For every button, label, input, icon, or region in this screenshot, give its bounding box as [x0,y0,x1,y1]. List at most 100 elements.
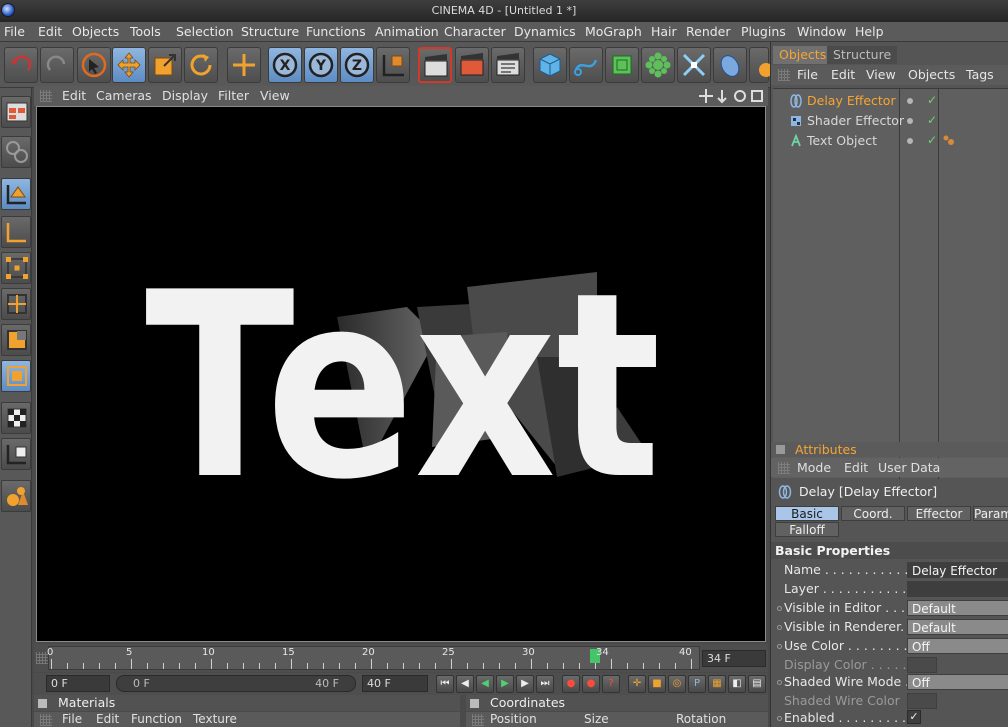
play-forward-icon[interactable]: ▶ [496,675,514,693]
prev-frame-icon[interactable]: ◀ [456,675,474,693]
attr-tab-falloff[interactable]: Falloff [775,522,839,537]
timeline[interactable]: 0 5 10 15 20 25 30 34 40 34 F [34,644,768,672]
cinema4d-logo-icon[interactable] [1,3,15,17]
workplane-icon[interactable] [1,438,31,470]
snap-icon[interactable] [1,402,31,434]
record-parameter-icon[interactable]: P [688,675,706,693]
extra-icon[interactable]: ▤ [748,675,766,693]
objects-menu-file[interactable]: File [797,67,818,82]
use-axis-icon[interactable] [1,178,31,210]
spline-icon[interactable] [569,47,603,83]
panel-grip-icon[interactable] [472,714,484,726]
visible-in-renderer-select[interactable]: Default [907,619,1008,635]
visibility-dot-icon[interactable] [907,118,913,124]
z-axis-icon[interactable]: Z [340,47,374,83]
panel-grip-icon[interactable] [778,462,790,474]
collapse-icon[interactable] [470,699,479,708]
end-frame-field[interactable]: 40 F [362,675,428,692]
attr-tab-effector[interactable]: Effector [907,506,971,521]
collapse-icon[interactable] [776,445,785,454]
menu-character[interactable]: Character [444,24,506,39]
object-row-text-object[interactable]: Text Object ✓ [773,131,1008,151]
record-scale-icon[interactable]: ■ [648,675,666,693]
objects-menu-objects[interactable]: Objects [908,67,955,82]
menu-file[interactable]: File [4,24,25,39]
autokey-icon[interactable]: ● [582,675,600,693]
live-select-icon[interactable] [77,47,111,83]
attr-tab-coord[interactable]: Coord. [841,506,905,521]
camera-icon[interactable] [749,47,773,83]
menu-functions[interactable]: Functions [306,24,366,39]
viewport-menu-cameras[interactable]: Cameras [96,88,152,103]
uv-mode-icon[interactable] [1,360,31,392]
materials-menu-texture[interactable]: Texture [193,712,237,727]
enabled-check-icon[interactable]: ✓ [927,133,937,147]
redo-icon[interactable] [40,47,74,83]
objects-menu-tags[interactable]: Tags [966,67,994,82]
tab-objects[interactable]: Objects [773,46,833,64]
cube-primitive-icon[interactable] [533,47,567,83]
record-rotation-icon[interactable]: ◎ [668,675,686,693]
attr-tab-param[interactable]: Param [973,506,1008,521]
menu-tools[interactable]: Tools [130,24,161,39]
menu-animation[interactable]: Animation [375,24,439,39]
materials-menu-function[interactable]: Function [131,712,182,727]
move-axis-icon[interactable] [227,47,261,83]
go-to-start-icon[interactable]: ⏮ [436,675,454,693]
animate-bullet-icon[interactable] [777,680,782,685]
attributes-menu-mode[interactable]: Mode [797,460,831,475]
menu-objects[interactable]: Objects [72,24,119,39]
animate-bullet-icon[interactable] [777,644,782,649]
collapse-icon[interactable] [38,699,47,708]
animate-bullet-icon[interactable] [777,625,782,630]
use-color-select[interactable]: Off [907,638,1008,654]
start-frame-field[interactable]: 0 F [46,675,110,692]
scheme-icon[interactable]: ◧ [728,675,746,693]
menu-selection[interactable]: Selection [176,24,234,39]
attributes-menu-edit[interactable]: Edit [844,460,868,475]
menu-render[interactable]: Render [686,24,731,39]
array-icon[interactable] [641,47,675,83]
next-frame-icon[interactable]: ▶ [516,675,534,693]
points-mode-icon[interactable] [1,252,31,284]
object-row-delay-effector[interactable]: Delay Effector ✓ [773,91,1008,111]
materials-menu-file[interactable]: File [62,712,82,727]
menu-window[interactable]: Window [797,24,846,39]
display-color-swatch[interactable] [907,657,937,673]
render-view-icon[interactable] [418,47,452,83]
record-icon[interactable]: ● [562,675,580,693]
menu-edit[interactable]: Edit [38,24,62,39]
go-to-end-icon[interactable]: ⏭ [536,675,554,693]
panel-grip-icon[interactable] [40,714,52,726]
world-coordinates-icon[interactable] [376,47,410,83]
use-object-icon[interactable] [1,136,31,168]
attr-tab-basic[interactable]: Basic [775,506,839,521]
keyframe-selection-icon[interactable]: ? [602,675,620,693]
use-model-icon[interactable] [1,96,31,128]
deformer-icon[interactable] [677,47,711,83]
mograph-tag-icon[interactable] [943,135,955,147]
menu-plugins[interactable]: Plugins [741,24,786,39]
render-picture-viewer-icon[interactable] [455,47,489,83]
visibility-dot-icon[interactable] [907,138,913,144]
use-texture-icon[interactable] [1,216,31,248]
x-axis-icon[interactable]: X [268,47,302,83]
play-backward-icon[interactable]: ◀ [476,675,494,693]
current-frame-field[interactable]: 34 F [702,650,766,667]
scale-icon[interactable] [148,47,182,83]
animate-bullet-icon[interactable] [777,716,782,721]
shaded-wire-color-swatch[interactable] [907,693,937,709]
menu-hair[interactable]: Hair [651,24,677,39]
nurbs-icon[interactable] [605,47,639,83]
shaded-wire-mode-select[interactable]: Off [907,674,1008,690]
layer-field[interactable] [907,581,1008,597]
materials-menu-edit[interactable]: Edit [96,712,119,727]
render-settings-icon[interactable] [491,47,525,83]
rotate-icon[interactable] [184,47,218,83]
timeline-ruler[interactable]: 0 5 10 15 20 25 30 34 40 [47,646,700,670]
polygons-mode-icon[interactable] [1,324,31,356]
viewport-navigation-icons[interactable] [698,88,764,104]
record-position-icon[interactable]: ✛ [628,675,646,693]
tweak-icon[interactable] [1,480,31,512]
edges-mode-icon[interactable] [1,288,31,320]
